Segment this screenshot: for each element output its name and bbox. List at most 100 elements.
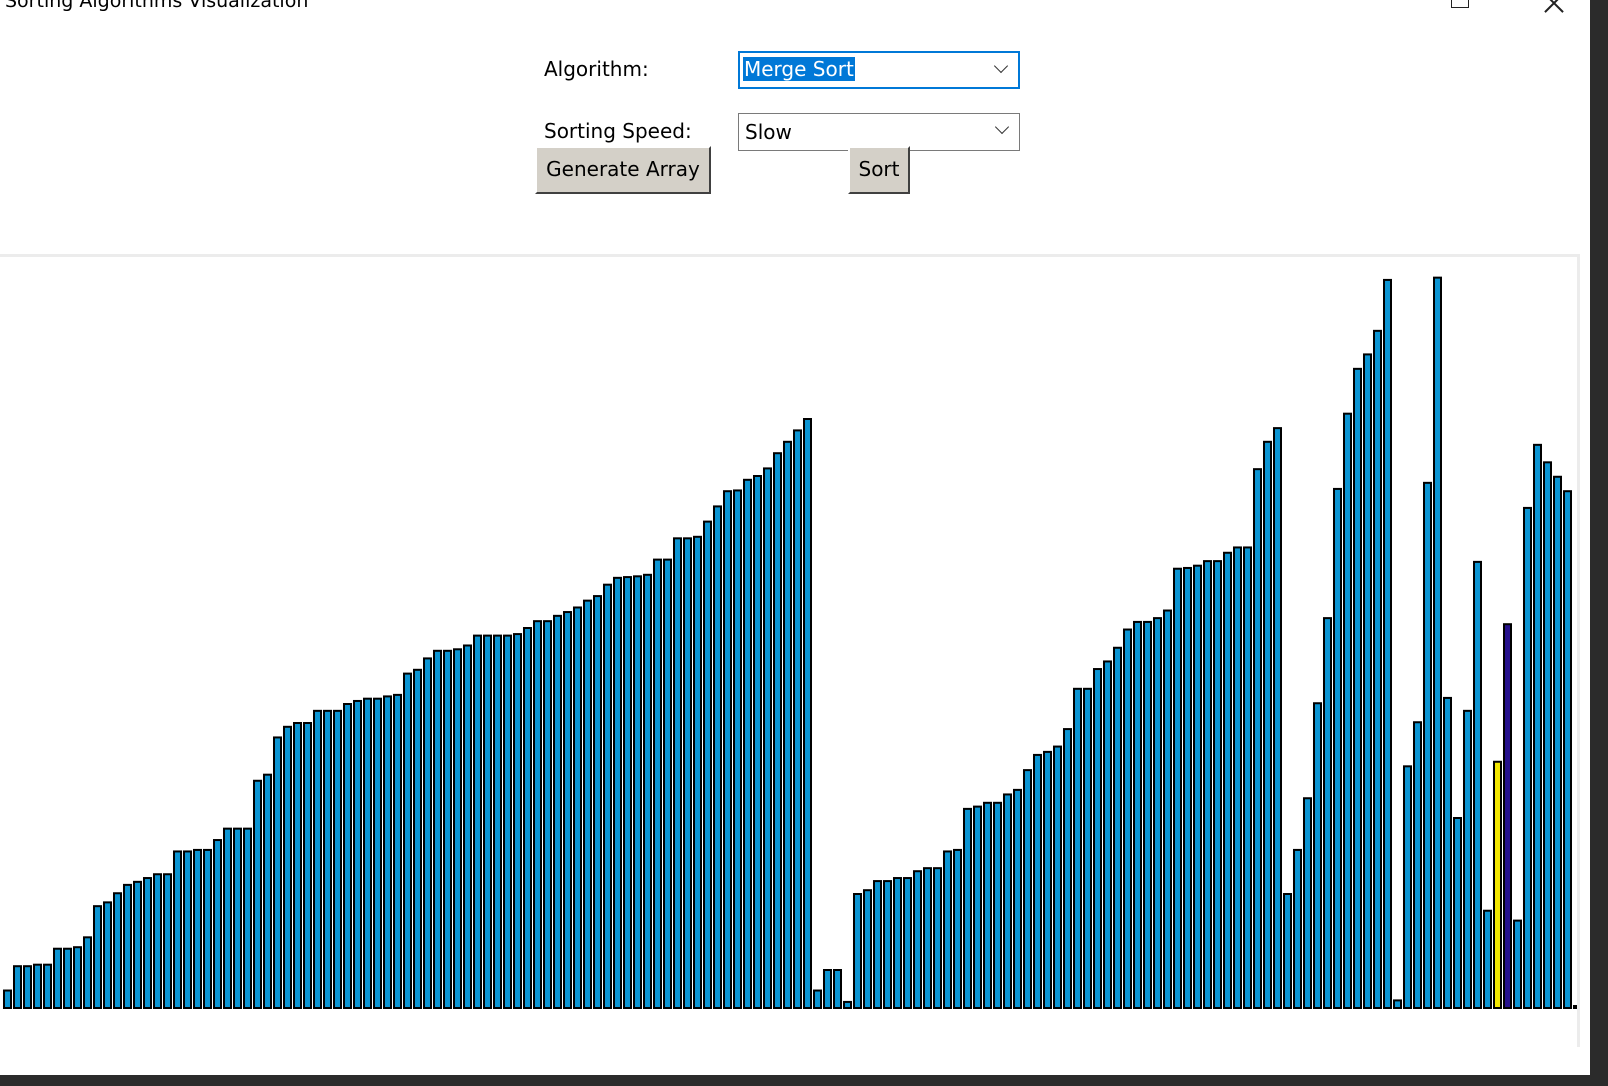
app-window: Sorting Algorithms Visualization Algorit… <box>0 0 1590 1075</box>
array-bar <box>13 965 22 1010</box>
array-bar <box>883 880 892 1010</box>
array-bar <box>1233 546 1242 1009</box>
array-bar <box>833 969 842 1009</box>
array-bar <box>1483 909 1492 1009</box>
array-bar <box>273 736 282 1009</box>
array-bar <box>763 467 772 1009</box>
array-bar <box>1023 769 1032 1009</box>
array-bar <box>1273 427 1282 1009</box>
close-button[interactable] <box>1530 0 1576 13</box>
array-bar <box>1143 620 1152 1009</box>
array-bar <box>493 634 502 1009</box>
array-bar <box>3 989 12 1010</box>
array-bar <box>203 848 212 1009</box>
array-bar <box>1403 765 1412 1009</box>
chevron-down-icon[interactable] <box>994 119 1010 135</box>
array-bar <box>1393 999 1402 1010</box>
array-bar <box>1563 490 1572 1009</box>
array-bar <box>1063 728 1072 1009</box>
array-bar <box>103 901 112 1009</box>
array-bar <box>1163 609 1172 1009</box>
array-bar <box>443 649 452 1009</box>
array-bar <box>193 848 202 1009</box>
array-bar <box>653 558 662 1009</box>
array-bar <box>83 936 92 1010</box>
array-bar <box>53 947 62 1009</box>
array-bar <box>1543 461 1552 1009</box>
array-bar <box>333 709 342 1009</box>
array-bar <box>613 576 622 1009</box>
generate-array-button[interactable]: Generate Array <box>535 146 711 194</box>
array-bar <box>343 703 352 1009</box>
array-bar <box>533 620 542 1009</box>
array-bar <box>43 963 52 1009</box>
array-bar <box>543 620 552 1009</box>
array-bar <box>863 889 872 1010</box>
array-bar <box>213 839 222 1009</box>
array-bar <box>403 672 412 1009</box>
array-bar <box>393 693 402 1009</box>
array-bar <box>1083 687 1092 1009</box>
array-bar <box>583 599 592 1009</box>
array-bar <box>1293 848 1302 1009</box>
array-bar <box>1373 329 1382 1009</box>
maximize-button[interactable] <box>1435 0 1481 10</box>
array-bar <box>993 801 1002 1009</box>
array-bar <box>893 877 902 1009</box>
array-bar <box>133 880 142 1010</box>
array-bar <box>1413 721 1422 1009</box>
array-bar <box>633 575 642 1009</box>
array-bar <box>1353 367 1362 1009</box>
array-bar <box>513 633 522 1009</box>
array-bar <box>1243 546 1252 1009</box>
array-bar <box>1043 750 1052 1009</box>
array-bar <box>1283 893 1292 1009</box>
speed-selected-value: Slow <box>745 120 792 144</box>
array-bar <box>183 850 192 1009</box>
sort-button[interactable]: Sort <box>848 146 910 194</box>
array-bar <box>243 827 252 1010</box>
array-bar <box>943 850 952 1009</box>
array-bar <box>903 877 912 1009</box>
array-bar <box>453 648 462 1009</box>
array-bar <box>733 489 742 1009</box>
array-bar <box>433 649 442 1009</box>
algorithm-select[interactable]: Merge Sort <box>738 51 1020 89</box>
array-bar <box>153 873 162 1009</box>
array-bar <box>1333 487 1342 1010</box>
array-bar <box>1133 620 1142 1009</box>
array-bar <box>743 478 752 1010</box>
array-bar <box>843 1000 852 1009</box>
array-bar <box>323 709 332 1009</box>
array-bar <box>563 611 572 1009</box>
array-bar <box>1503 623 1512 1009</box>
array-bar <box>1053 745 1062 1009</box>
array-bar <box>173 850 182 1009</box>
array-bar <box>1313 702 1322 1009</box>
array-bar <box>783 440 792 1010</box>
chevron-down-icon[interactable] <box>993 58 1009 74</box>
array-bar <box>1223 551 1232 1009</box>
array-bar <box>923 867 932 1009</box>
array-bar <box>693 535 702 1009</box>
array-bar <box>1523 506 1532 1009</box>
array-bar <box>423 657 432 1009</box>
array-bar <box>1553 475 1562 1009</box>
array-bar <box>483 634 492 1009</box>
array-bar <box>1203 560 1212 1009</box>
array-bar <box>143 877 152 1009</box>
array-bar <box>1013 788 1022 1009</box>
array-bar <box>1433 276 1442 1009</box>
array-bar <box>1093 668 1102 1009</box>
array-bar <box>1153 617 1162 1009</box>
array-bar <box>1173 567 1182 1009</box>
maximize-icon <box>1451 0 1469 8</box>
array-bar <box>703 520 712 1009</box>
array-bar <box>1193 564 1202 1009</box>
array-bar <box>263 773 272 1009</box>
array-bar <box>1113 646 1122 1009</box>
array-bar <box>1443 696 1452 1009</box>
array-bar <box>713 505 722 1009</box>
array-bar <box>953 848 962 1009</box>
bars-chart <box>3 276 1577 1010</box>
